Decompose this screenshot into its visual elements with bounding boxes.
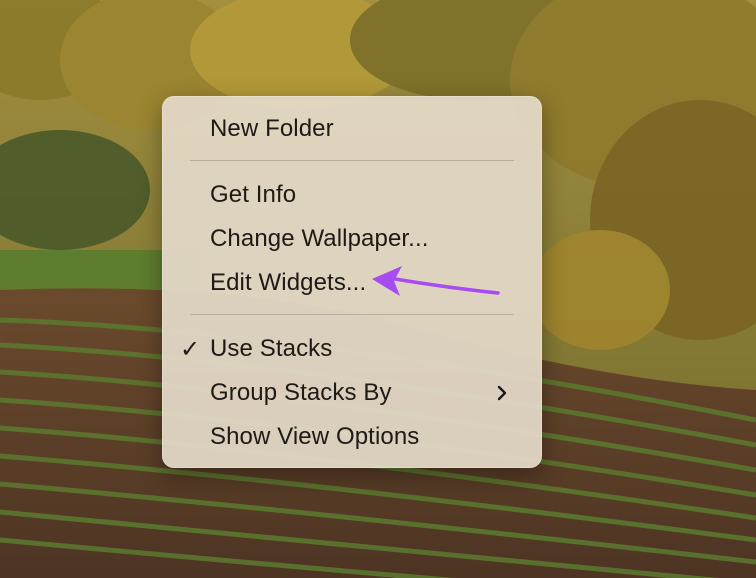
menu-item-label: Show View Options — [210, 423, 420, 450]
menu-item-label: Change Wallpaper... — [210, 225, 429, 252]
menu-separator — [190, 314, 514, 315]
menu-separator — [190, 160, 514, 161]
menu-item-group-stacks-by[interactable]: Group Stacks By — [162, 373, 542, 413]
menu-item-use-stacks[interactable]: ✓ Use Stacks — [162, 329, 542, 369]
menu-item-new-folder[interactable]: New Folder — [162, 109, 542, 149]
menu-item-edit-widgets[interactable]: Edit Widgets... — [162, 263, 542, 303]
menu-item-label: Use Stacks — [210, 335, 333, 362]
desktop-context-menu: New Folder Get Info Change Wallpaper... … — [162, 96, 542, 468]
menu-item-change-wallpaper[interactable]: Change Wallpaper... — [162, 219, 542, 259]
chevron-right-icon — [497, 385, 507, 401]
menu-item-label: New Folder — [210, 115, 334, 142]
menu-item-label: Get Info — [210, 181, 297, 208]
menu-item-get-info[interactable]: Get Info — [162, 175, 542, 215]
menu-item-label: Group Stacks By — [210, 379, 392, 406]
menu-item-show-view-options[interactable]: Show View Options — [162, 417, 542, 457]
menu-item-label: Edit Widgets... — [210, 269, 367, 296]
checkmark-icon: ✓ — [180, 335, 201, 363]
